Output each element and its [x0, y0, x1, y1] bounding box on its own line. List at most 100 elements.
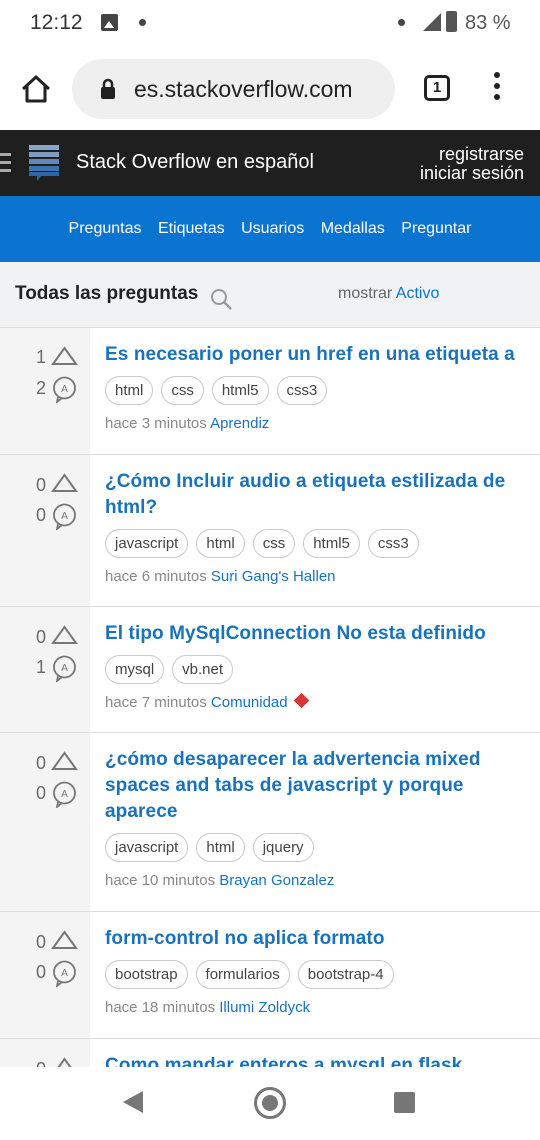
moderator-diamond-icon — [293, 692, 309, 709]
upvote-icon — [51, 473, 78, 492]
tag[interactable]: jquery — [252, 833, 314, 862]
tag[interactable]: bootstrap — [105, 960, 188, 989]
question-meta: hace 18 minutos Illumi Zoldyck — [105, 999, 530, 1016]
question-time: hace 7 minutos — [105, 694, 207, 711]
search-icon[interactable] — [210, 288, 232, 310]
tag[interactable]: html — [196, 833, 245, 862]
question-stats: 0 0 A — [0, 733, 90, 911]
vote-count: 1 — [36, 347, 47, 367]
question-title[interactable]: El tipo MySqlConnection No esta definido — [105, 621, 530, 647]
answers-icon: A — [53, 960, 76, 987]
answers-icon: A — [53, 376, 76, 403]
answers-icon: A — [53, 781, 76, 808]
svg-text:A: A — [61, 968, 68, 979]
question-stats: 0 0 A — [0, 455, 90, 606]
tag[interactable]: html — [105, 376, 154, 405]
question-time: hace 6 minutos — [105, 568, 207, 585]
nav-badges[interactable]: Medallas — [321, 196, 385, 262]
question-item[interactable]: 1 2 A Es necesario poner un href en una … — [0, 328, 540, 455]
user-link[interactable]: Aprendiz — [210, 415, 269, 432]
question-title[interactable]: ¿Cómo Incluir audio a etiqueta estilizad… — [105, 469, 530, 521]
sort-value[interactable]: Activo — [396, 285, 440, 302]
vote-count: 0 — [36, 475, 47, 495]
tag[interactable]: css — [161, 376, 204, 405]
question-title[interactable]: Es necesario poner un href en una etique… — [105, 342, 530, 368]
upvote-icon — [51, 930, 78, 949]
tag[interactable]: javascript — [105, 833, 189, 862]
user-link[interactable]: Comunidad — [211, 694, 288, 711]
tag[interactable]: html5 — [211, 376, 269, 405]
question-body: ¿cómo desaparecer la advertencia mixed s… — [105, 747, 530, 889]
question-stats: 0 0 A — [0, 912, 90, 1038]
tag[interactable]: vb.net — [172, 655, 234, 684]
question-time: hace 10 minutos — [105, 872, 216, 889]
tag-list: html css html5 css3 — [105, 376, 530, 406]
tag-list: mysql vb.net — [105, 655, 530, 685]
answer-count: 2 — [36, 378, 47, 398]
svg-text:A: A — [61, 511, 68, 522]
hamburger-icon[interactable] — [0, 153, 11, 177]
vote-count: 0 — [36, 753, 47, 773]
tag[interactable]: formularios — [195, 960, 290, 989]
answers-icon: A — [53, 503, 76, 530]
tag[interactable]: css — [252, 529, 296, 558]
back-icon[interactable] — [123, 1091, 143, 1113]
battery-icon — [446, 11, 457, 32]
svg-text:A: A — [61, 663, 68, 674]
site-title[interactable]: Stack Overflow en español — [76, 151, 314, 174]
url-bar[interactable]: es.stackoverflow.com — [72, 59, 395, 119]
login-link[interactable]: iniciar sesión — [420, 163, 524, 184]
answer-count: 0 — [36, 783, 47, 803]
question-meta: hace 6 minutos Suri Gang's Hallen — [105, 568, 530, 585]
question-body: form-control no aplica formato bootstrap… — [105, 926, 530, 1016]
tag[interactable]: javascript — [105, 529, 189, 558]
question-meta: hace 3 minutos Aprendiz — [105, 415, 530, 432]
tabs-icon[interactable]: 1 — [424, 75, 450, 101]
status-bar: 12:12 83 % — [0, 0, 540, 48]
signup-link[interactable]: registrarse — [439, 144, 524, 165]
vote-count: 0 — [36, 932, 47, 952]
nav-tags[interactable]: Etiquetas — [158, 196, 225, 262]
svg-text:A: A — [61, 789, 68, 800]
answers-icon: A — [53, 655, 76, 682]
home-icon[interactable] — [20, 75, 52, 103]
battery-percent: 83 % — [465, 12, 511, 34]
question-body: Es necesario poner un href en una etique… — [105, 342, 530, 432]
url-text[interactable]: es.stackoverflow.com — [134, 76, 353, 103]
sort-selector[interactable]: mostrar Activo — [338, 285, 439, 303]
question-body: ¿Cómo Incluir audio a etiqueta estilizad… — [105, 469, 530, 585]
notification-dot-icon — [139, 19, 146, 26]
user-link[interactable]: Brayan Gonzalez — [219, 872, 334, 889]
answer-count: 1 — [36, 657, 47, 677]
tag[interactable]: html5 — [303, 529, 360, 558]
tag[interactable]: bootstrap-4 — [297, 960, 394, 989]
lock-icon — [101, 78, 115, 99]
user-link[interactable]: Suri Gang's Hallen — [211, 568, 336, 585]
tag-list: javascript html jquery — [105, 833, 530, 863]
recents-icon[interactable] — [394, 1092, 415, 1113]
tag[interactable]: mysql — [105, 655, 165, 684]
nav-users[interactable]: Usuarios — [241, 196, 304, 262]
question-body: El tipo MySqlConnection No esta definido… — [105, 621, 530, 711]
notification-dot-icon — [398, 19, 405, 26]
stack-overflow-logo-icon[interactable] — [29, 145, 59, 181]
list-header: Todas las preguntas mostrar Activo — [0, 262, 540, 328]
tag-list: javascript html css html5 css3 — [105, 529, 530, 559]
question-item[interactable]: 0 0 A ¿cómo desaparecer la advertencia m… — [0, 733, 540, 912]
question-item[interactable]: 0 0 A form-control no aplica formato boo… — [0, 912, 540, 1039]
home-circle-icon[interactable] — [254, 1087, 286, 1119]
page-title: Todas las preguntas — [15, 283, 199, 304]
tag[interactable]: css3 — [367, 529, 419, 558]
tag[interactable]: css3 — [276, 376, 328, 405]
user-link[interactable]: Illumi Zoldyck — [219, 999, 310, 1016]
question-title[interactable]: ¿cómo desaparecer la advertencia mixed s… — [105, 747, 530, 825]
tag[interactable]: html — [196, 529, 245, 558]
question-title[interactable]: form-control no aplica formato — [105, 926, 530, 952]
overflow-menu-icon[interactable] — [490, 72, 504, 106]
status-time: 12:12 — [30, 11, 83, 34]
nav-ask[interactable]: Preguntar — [401, 196, 471, 262]
question-stats: 1 2 A — [0, 328, 90, 454]
question-item[interactable]: 0 1 A El tipo MySqlConnection No esta de… — [0, 607, 540, 733]
question-item[interactable]: 0 0 A ¿Cómo Incluir audio a etiqueta est… — [0, 455, 540, 607]
nav-questions[interactable]: Preguntas — [69, 196, 142, 262]
